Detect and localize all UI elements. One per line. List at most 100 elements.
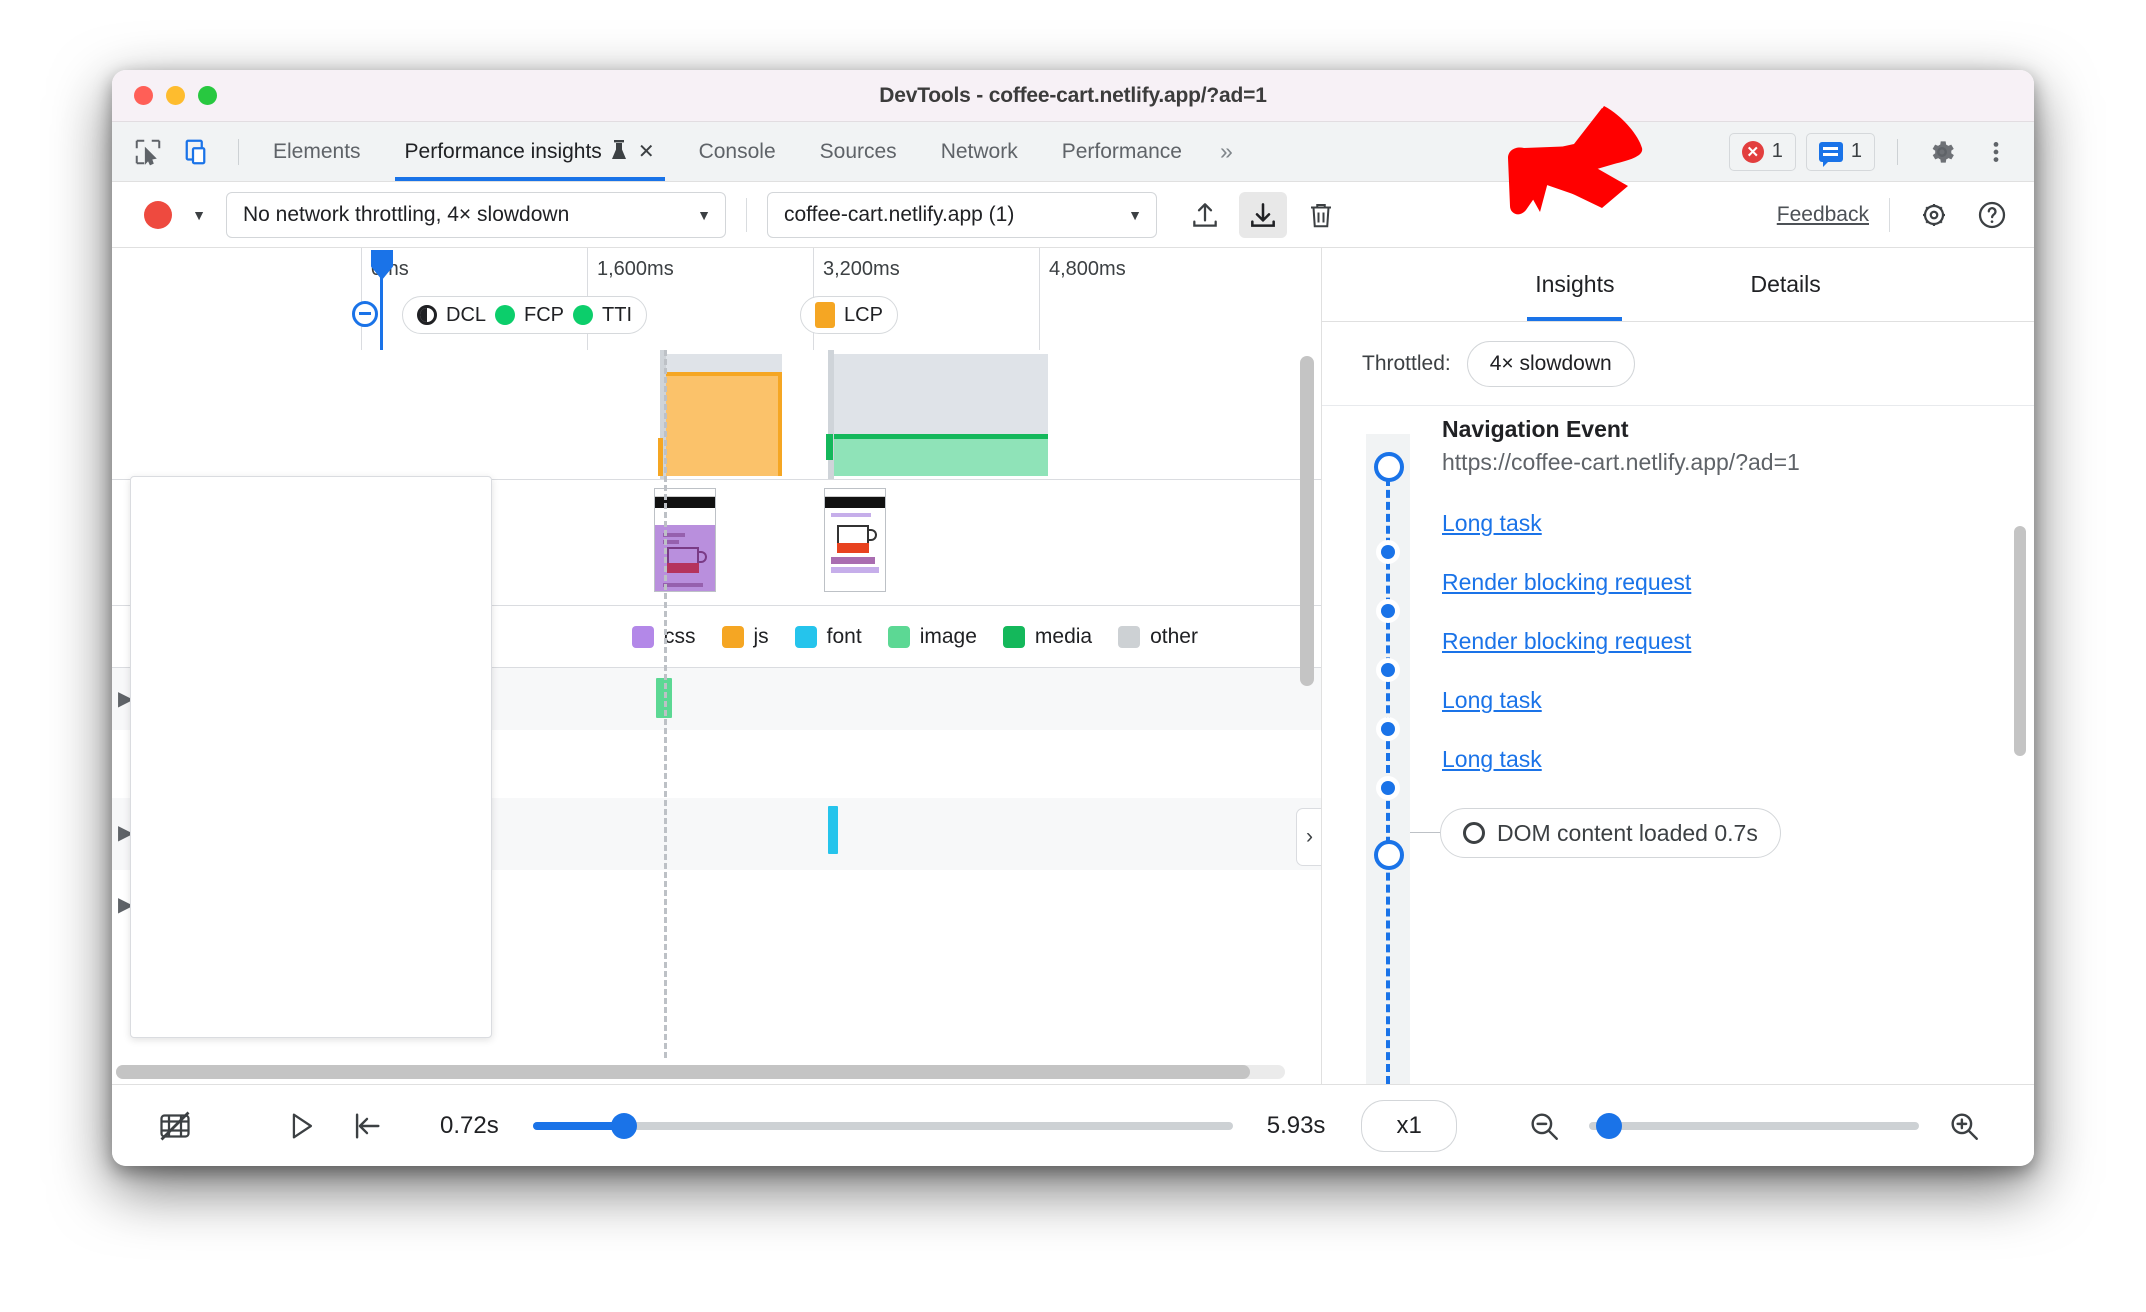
toolbar-divider-1 — [746, 197, 747, 232]
tti-label: TTI — [602, 303, 633, 326]
download-icon[interactable] — [1239, 191, 1287, 238]
upload-icon[interactable] — [1181, 192, 1229, 238]
insight-link-render-blocking-1[interactable]: Render blocking request — [1442, 569, 1691, 595]
tab-elements[interactable]: Elements — [251, 122, 383, 181]
list-item[interactable]: Render blocking request — [1442, 569, 2004, 596]
insights-list[interactable]: Navigation Event https://coffee-cart.net… — [1322, 406, 2034, 1084]
time-range-slider[interactable] — [532, 1112, 1233, 1139]
close-tab-icon[interactable]: ✕ — [638, 139, 655, 164]
settings-gear-icon[interactable] — [1910, 192, 1958, 238]
window-titlebar: DevTools - coffee-cart.netlify.app/?ad=1 — [112, 70, 2034, 122]
insight-navigation-event[interactable]: Navigation Event https://coffee-cart.net… — [1442, 416, 2004, 476]
list-item[interactable]: Long task — [1442, 746, 2004, 773]
insights-rail — [1366, 434, 1410, 1084]
insight-link-long-task-3[interactable]: Long task — [1442, 746, 1542, 772]
dom-content-loaded-chip[interactable]: DOM content loaded 0.7s — [1440, 808, 1781, 858]
more-tabs-icon[interactable]: » — [1204, 122, 1249, 181]
kebab-menu-icon[interactable] — [1974, 130, 2018, 174]
navigation-event-title: Navigation Event — [1442, 416, 1629, 442]
error-count-label: 1 — [1771, 140, 1783, 162]
insight-node-icon-5 — [1376, 776, 1400, 800]
network-request-js[interactable] — [664, 354, 782, 476]
timeline-event-font[interactable] — [828, 806, 838, 854]
tab-sources[interactable]: Sources — [798, 122, 919, 181]
jump-to-start-icon[interactable] — [340, 1099, 394, 1153]
insight-node-icon-1 — [1376, 540, 1400, 564]
tab-performance-insights[interactable]: Performance insights ✕ — [383, 122, 677, 181]
insight-link-long-task-1[interactable]: Long task — [1442, 510, 1542, 536]
record-button[interactable] — [144, 200, 172, 229]
tab-details-label: Details — [1750, 271, 1821, 297]
scrollbar-thumb[interactable] — [116, 1065, 1250, 1079]
message-bubble-icon — [1818, 141, 1843, 167]
list-item[interactable]: Long task — [1442, 510, 2004, 537]
chevron-down-icon-2: ▼ — [1128, 206, 1142, 223]
zoom-out-icon[interactable] — [1517, 1099, 1571, 1153]
legend-label-js: js — [753, 624, 769, 648]
filmstrip-off-icon[interactable] — [148, 1099, 202, 1153]
tab-performance[interactable]: Performance — [1040, 122, 1204, 181]
navigation-marker-icon[interactable] — [352, 301, 378, 327]
zoom-slider[interactable] — [1588, 1112, 1919, 1139]
message-count-badge[interactable]: 1 — [1805, 132, 1875, 171]
throttling-select[interactable]: No network throttling, 4× slowdown ▼ — [226, 191, 726, 238]
sidebar-vertical-scrollbar[interactable] — [2014, 526, 2026, 756]
throttled-row: Throttled: 4× slowdown — [1322, 322, 2034, 406]
timing-marker-lcp[interactable]: LCP — [800, 296, 898, 334]
fcp-marker-icon — [495, 305, 516, 325]
sidebar-toggle-button[interactable]: › — [1296, 808, 1321, 866]
tab-console[interactable]: Console — [677, 122, 798, 181]
legend-label-other: other — [1150, 624, 1198, 648]
time-range-knob[interactable] — [610, 1112, 637, 1139]
gear-icon[interactable] — [1920, 130, 1964, 174]
zoom-in-icon[interactable] — [1937, 1099, 1991, 1153]
devtools-body: 0ms 1,600ms 3,200ms 4,800ms DCL FCP TTI — [112, 248, 2034, 1084]
playback-toolbar: 0.72s 5.93s x1 — [112, 1084, 2034, 1166]
inspect-cursor-icon[interactable] — [126, 130, 170, 174]
network-track[interactable] — [112, 350, 1321, 480]
legend-label-font: font — [826, 624, 862, 648]
zoom-level-chip[interactable]: x1 — [1361, 1099, 1457, 1152]
message-count-label: 1 — [1850, 140, 1862, 162]
feedback-link[interactable]: Feedback — [1777, 203, 1869, 227]
insight-link-render-blocking-2[interactable]: Render blocking request — [1442, 628, 1691, 654]
timeline-horizontal-scrollbar[interactable] — [116, 1065, 1285, 1079]
legend-item-js: js — [721, 624, 769, 649]
ruler-tick-3: 4,800ms — [1049, 258, 1126, 280]
tab-insights[interactable]: Insights — [1527, 248, 1623, 321]
error-count-badge[interactable]: ✕ 1 — [1728, 132, 1796, 171]
page-select-value: coffee-cart.netlify.app (1) — [784, 202, 1015, 226]
help-icon[interactable] — [1968, 192, 2016, 238]
play-icon[interactable] — [274, 1099, 328, 1153]
page-select[interactable]: coffee-cart.netlify.app (1) ▼ — [767, 191, 1157, 238]
trash-icon[interactable] — [1297, 192, 1345, 238]
timeline-vertical-scrollbar[interactable] — [1300, 356, 1314, 686]
list-item[interactable]: Render blocking request — [1442, 628, 2004, 655]
insight-node-icon-3 — [1376, 658, 1400, 682]
tab-network[interactable]: Network — [919, 122, 1040, 181]
timeline-ruler[interactable]: 0ms 1,600ms 3,200ms 4,800ms DCL FCP TTI — [112, 248, 1321, 350]
zoom-slider-knob[interactable] — [1595, 1112, 1622, 1139]
timing-markers-dcl-fcp-tti[interactable]: DCL FCP TTI — [402, 296, 648, 334]
legend-item-media: media — [1002, 624, 1093, 649]
navigation-node-icon — [1374, 452, 1404, 482]
record-options-chevron-icon[interactable]: ▼ — [182, 198, 216, 232]
insight-link-long-task-2[interactable]: Long task — [1442, 687, 1542, 713]
devtools-window: DevTools - coffee-cart.netlify.app/?ad=1 — [112, 70, 2034, 1166]
list-item[interactable]: Long task — [1442, 687, 2004, 714]
tab-elements-label: Elements — [273, 139, 361, 163]
filmstrip-thumbnail-2[interactable] — [824, 488, 886, 592]
network-request-media[interactable] — [832, 354, 1048, 476]
throttled-value-chip: 4× slowdown — [1466, 340, 1635, 387]
device-toolbar-icon[interactable] — [176, 130, 220, 174]
legend-item-other: other — [1118, 625, 1198, 649]
dcl-marker-icon — [417, 305, 437, 325]
breadcrumb-start-time: 0.72s — [440, 1111, 499, 1139]
timeline-panel[interactable]: 0ms 1,600ms 3,200ms 4,800ms DCL FCP TTI — [112, 248, 1322, 1084]
legend-label-media: media — [1034, 624, 1093, 648]
tab-details[interactable]: Details — [1742, 248, 1828, 321]
tab-network-label: Network — [940, 139, 1018, 163]
legend-label-image: image — [919, 624, 977, 648]
breadcrumb-end-time: 5.93s — [1266, 1111, 1326, 1139]
throttled-label: Throttled: — [1362, 351, 1451, 375]
